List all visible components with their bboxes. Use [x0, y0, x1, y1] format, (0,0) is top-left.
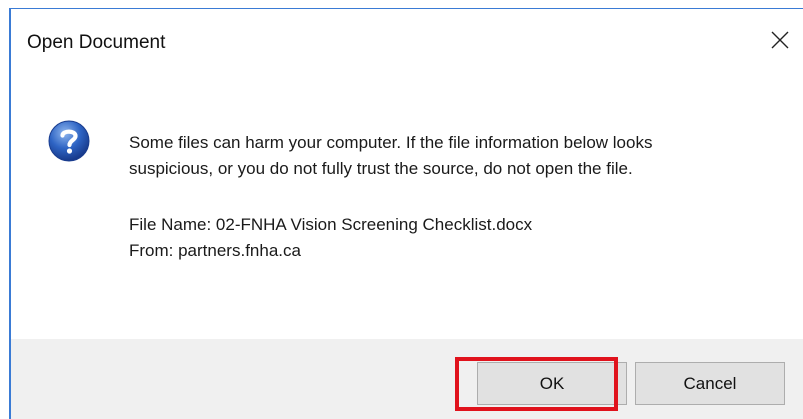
- ok-button[interactable]: OK: [477, 362, 627, 405]
- file-details: File Name: 02-FNHA Vision Screening Chec…: [129, 212, 532, 264]
- question-icon: [48, 120, 90, 162]
- cancel-button[interactable]: Cancel: [635, 362, 785, 405]
- warning-message-line-1: Some files can harm your computer. If th…: [129, 133, 653, 152]
- dialog-content: Some files can harm your computer. If th…: [11, 75, 803, 339]
- file-source-text: From: partners.fnha.ca: [129, 241, 301, 260]
- warning-message-line-2: suspicious, or you do not fully trust th…: [129, 159, 633, 178]
- button-bar: OK Cancel: [11, 339, 803, 419]
- close-button[interactable]: [757, 17, 803, 63]
- title-bar: Open Document: [11, 9, 803, 75]
- open-document-dialog: Open Document Some files can harm your c…: [9, 8, 803, 419]
- warning-message: Some files can harm your computer. If th…: [129, 130, 779, 182]
- close-icon: [771, 31, 789, 49]
- file-name-text: File Name: 02-FNHA Vision Screening Chec…: [129, 215, 533, 234]
- dialog-title: Open Document: [27, 32, 166, 53]
